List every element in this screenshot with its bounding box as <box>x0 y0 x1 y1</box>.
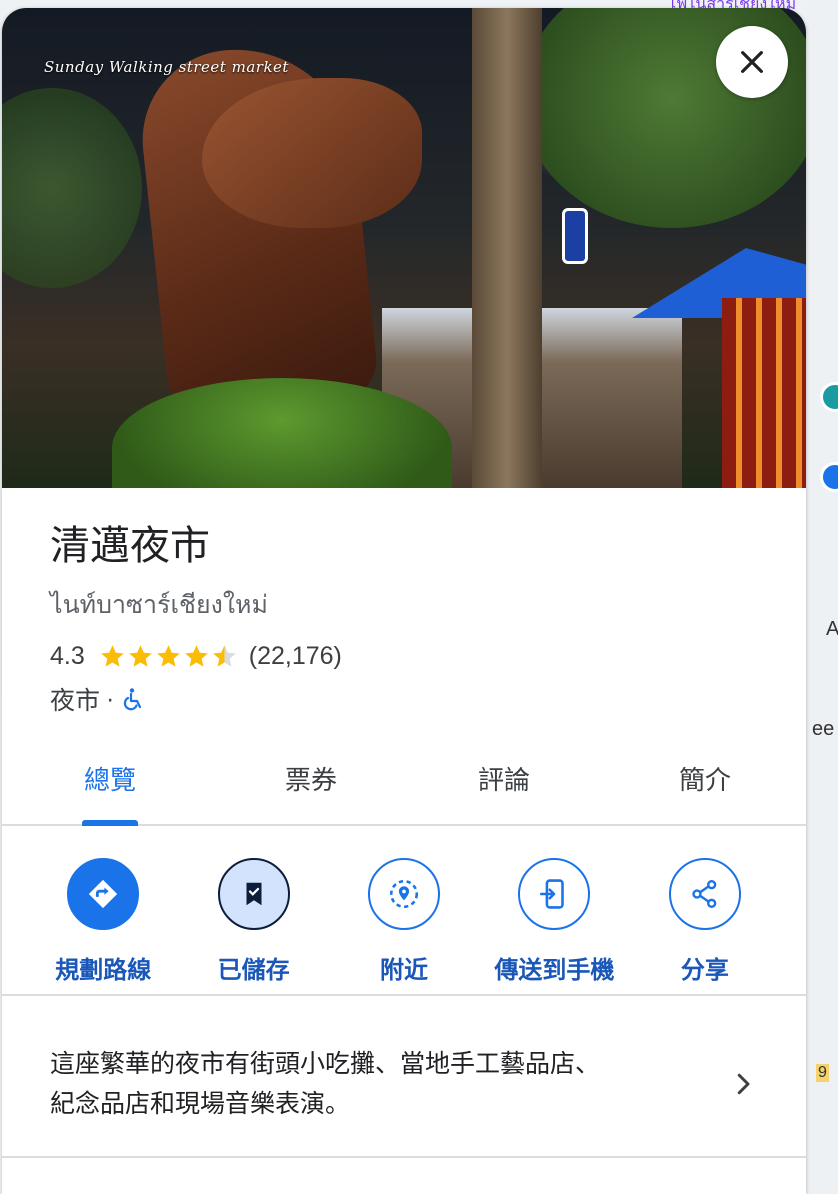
bookmark-check-icon <box>246 882 262 906</box>
description-text: 這座繁華的夜市有街頭小吃攤、當地手工藝品店、 紀念品店和現場音樂表演。 <box>50 1044 698 1124</box>
map-label-9: 9 <box>816 1064 829 1082</box>
rating-value: 4.3 <box>50 642 85 670</box>
close-button[interactable] <box>716 26 788 98</box>
send-to-phone-label: 傳送到手機 <box>494 957 615 984</box>
photo-caption: Sunday Walking street market <box>44 58 289 76</box>
tab-reviews[interactable]: 評論 <box>404 748 604 824</box>
place-photo[interactable]: Sunday Walking street market <box>2 8 806 488</box>
directions-button[interactable]: 規劃路線 <box>28 858 178 994</box>
category-label[interactable]: 夜市 <box>50 681 100 717</box>
place-tabs: 總覽 票券 評論 簡介 <box>2 748 806 826</box>
divider <box>2 994 806 996</box>
saved-button[interactable]: 已儲存 <box>178 858 328 994</box>
wheelchair-accessible-icon <box>124 688 142 711</box>
star-icon <box>101 645 124 667</box>
separator-dot: · <box>106 684 115 713</box>
category-row: 夜市 · <box>50 681 758 717</box>
star-icon <box>157 645 180 667</box>
nearby-icon <box>389 879 419 909</box>
place-panel: Sunday Walking street market 清邁夜市 ไนท์บา… <box>2 8 806 1194</box>
star-icon <box>129 645 152 667</box>
tab-tickets[interactable]: 票券 <box>218 748 404 824</box>
divider <box>2 1156 806 1158</box>
tab-about[interactable]: 簡介 <box>604 748 806 824</box>
action-buttons: 規劃路線 已儲存 附近 傳送到手機 分享 <box>2 858 806 994</box>
share-label: 分享 <box>680 957 729 984</box>
nearby-label: 附近 <box>380 957 429 984</box>
directions-label: 規劃路線 <box>55 957 152 984</box>
saved-label: 已儲存 <box>217 957 290 984</box>
rating-row[interactable]: 4.3 (22,176) <box>50 642 758 671</box>
rating-stars <box>99 643 239 670</box>
description-line-2: 紀念品店和現場音樂表演。 <box>50 1090 351 1118</box>
share-icon <box>692 880 717 908</box>
directions-icon <box>89 879 118 909</box>
place-info: 清邁夜市 ไนท์บาซาร์เชียงใหม่ 4.3 (22,176) 夜市… <box>2 488 806 717</box>
send-to-phone-button[interactable]: 傳送到手機 <box>479 858 629 994</box>
map-label-ee: ee <box>812 718 835 740</box>
star-icon <box>185 645 208 667</box>
chevron-right-icon <box>737 1073 750 1095</box>
description-row[interactable]: 這座繁華的夜市有街頭小吃攤、當地手工藝品店、 紀念品店和現場音樂表演。 <box>2 1008 806 1160</box>
map-label-a: A <box>826 618 838 640</box>
description-line-1: 這座繁華的夜市有街頭小吃攤、當地手工藝品店、 <box>50 1050 601 1078</box>
share-button[interactable]: 分享 <box>630 858 780 994</box>
place-title: 清邁夜市 <box>50 524 210 568</box>
place-subtitle: ไนท์บาซาร์เชียงใหม่ <box>50 591 269 619</box>
review-count[interactable]: (22,176) <box>249 642 342 671</box>
star-icon <box>213 645 236 667</box>
tab-overview[interactable]: 總覽 <box>2 748 218 824</box>
send-to-phone-icon <box>540 879 565 909</box>
close-icon <box>741 51 763 73</box>
nearby-button[interactable]: 附近 <box>329 858 479 994</box>
